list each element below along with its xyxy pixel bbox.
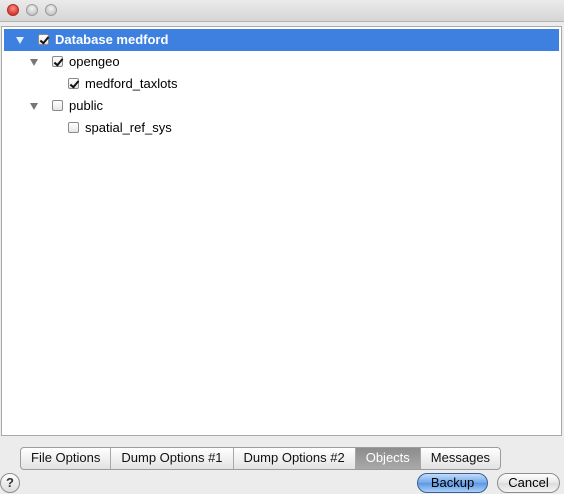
minimize-window-button[interactable] xyxy=(26,4,38,16)
help-button[interactable]: ? xyxy=(0,473,20,493)
tree-row-opengeo[interactable]: opengeo xyxy=(2,51,561,73)
disclosure-triangle-icon[interactable] xyxy=(16,37,24,44)
backup-button[interactable]: Backup xyxy=(417,473,488,493)
disclosure-triangle-icon[interactable] xyxy=(30,103,38,110)
close-window-button[interactable] xyxy=(7,4,19,16)
zoom-window-button[interactable] xyxy=(45,4,57,16)
tree-row-label: medford_taxlots xyxy=(85,76,178,91)
tab-dump-options-2[interactable]: Dump Options #2 xyxy=(234,448,356,469)
opengeo-checkbox[interactable] xyxy=(52,56,63,67)
tab-dump-options-1[interactable]: Dump Options #1 xyxy=(111,448,234,469)
tree-row-medford-taxlots[interactable]: medford_taxlots xyxy=(2,73,561,95)
tab-bar: File Options Dump Options #1 Dump Option… xyxy=(20,447,502,470)
medford-taxlots-checkbox[interactable] xyxy=(68,78,79,89)
backup-dialog: Database medford opengeo medford_taxlots… xyxy=(0,0,564,494)
title-bar[interactable] xyxy=(0,0,564,22)
tree-row-public[interactable]: public xyxy=(2,95,561,117)
tree-row-label: spatial_ref_sys xyxy=(85,120,172,135)
public-checkbox[interactable] xyxy=(52,100,63,111)
tab-objects[interactable]: Objects xyxy=(355,448,421,469)
spatial-ref-sys-checkbox[interactable] xyxy=(68,122,79,133)
tree-row-spatial-ref-sys[interactable]: spatial_ref_sys xyxy=(2,117,561,139)
tree-row-label: opengeo xyxy=(69,54,120,69)
disclosure-triangle-icon[interactable] xyxy=(30,59,38,66)
database-medford-checkbox[interactable] xyxy=(38,34,49,45)
objects-tree: Database medford opengeo medford_taxlots… xyxy=(1,26,562,436)
tree-row-label: Database medford xyxy=(55,32,169,47)
tab-messages[interactable]: Messages xyxy=(421,448,500,469)
tree-row-database-medford[interactable]: Database medford xyxy=(4,29,559,51)
cancel-button[interactable]: Cancel xyxy=(497,473,560,493)
tab-file-options[interactable]: File Options xyxy=(21,448,112,469)
tree-row-label: public xyxy=(69,98,103,113)
